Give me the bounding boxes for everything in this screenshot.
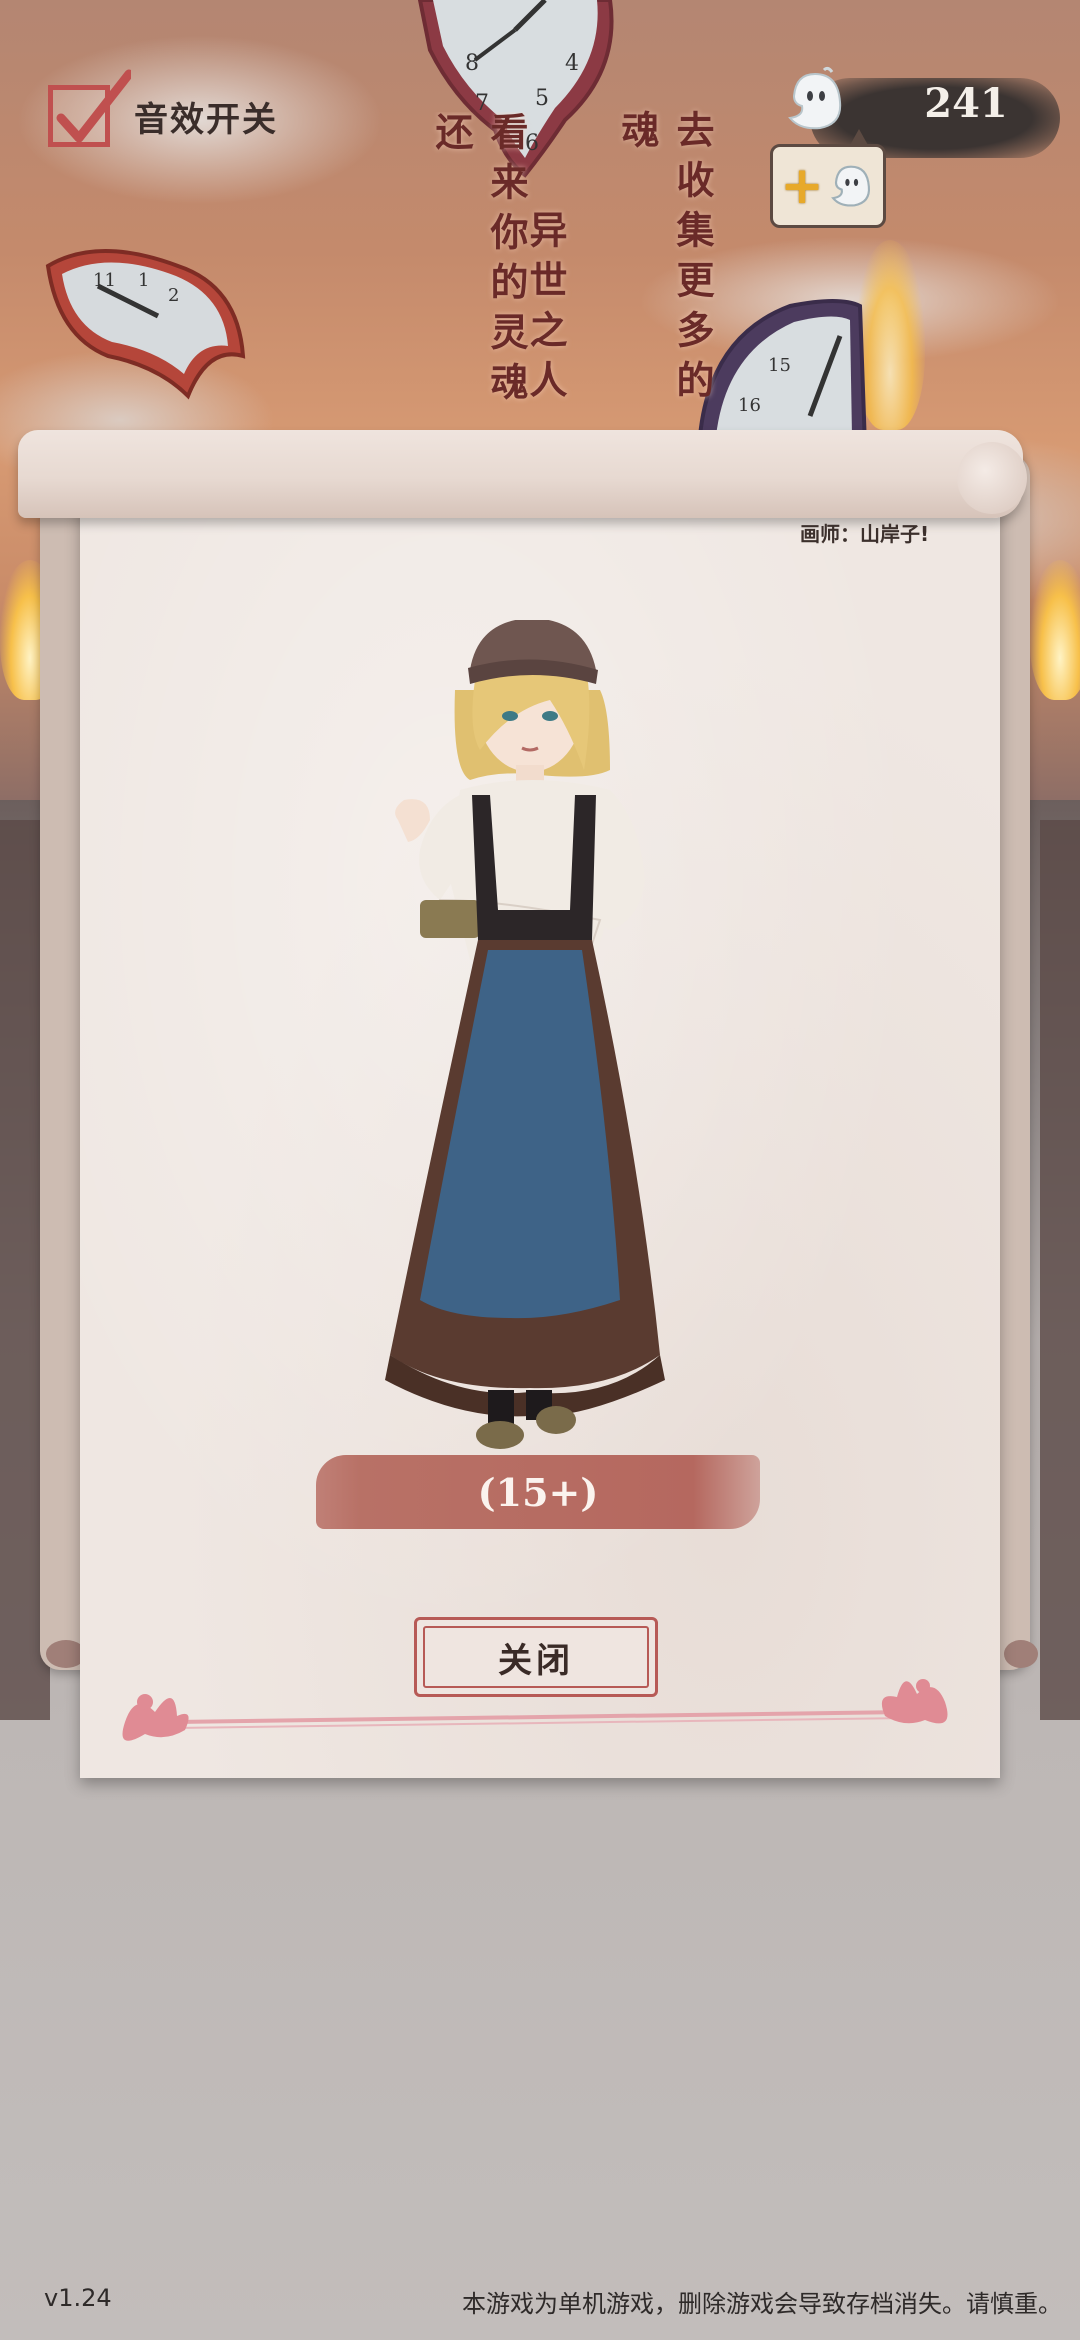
sound-toggle[interactable]: 音效开关 [48, 69, 278, 156]
scroll-top-roll [18, 430, 1027, 518]
scroll-curl-right [1004, 1640, 1038, 1668]
svg-text:1: 1 [138, 270, 149, 291]
age-rating-banner: (15+) [316, 1455, 760, 1529]
story-line-left: 看来你的灵魂还 [429, 112, 529, 412]
svg-text:16: 16 [738, 395, 761, 416]
svg-text:5: 5 [535, 86, 549, 111]
soul-ghost-icon [780, 66, 850, 140]
age-rating-label: (15+) [477, 1469, 599, 1515]
version-label: v1.24 [44, 2284, 112, 2312]
flame-right [1030, 560, 1080, 700]
flourish-ornament [105, 1672, 965, 1756]
save-warning-notice: 本游戏为单机游戏，删除游戏会导致存档消失。请慎重。 [462, 2290, 1062, 2318]
checkmark-icon [56, 69, 131, 143]
clock-icon: 11 1 2 [38, 246, 248, 406]
background-wall-right [1040, 820, 1080, 1720]
soul-ghost-icon [830, 165, 870, 207]
soul-count: 241 [924, 80, 1008, 127]
sound-toggle-label: 音效开关 [134, 99, 278, 140]
svg-text:11: 11 [93, 270, 116, 291]
soul-currency: 241 + [770, 58, 1070, 238]
svg-text:15: 15 [768, 355, 791, 376]
svg-text:4: 4 [565, 51, 579, 76]
svg-text:8: 8 [465, 51, 479, 76]
sound-checkbox[interactable] [48, 69, 131, 147]
story-line-right: 去收集更多的魂 [615, 110, 715, 410]
add-soul-button[interactable]: + [770, 129, 886, 228]
artist-credit: 画师：山岸子! [800, 522, 930, 546]
svg-text:2: 2 [168, 285, 179, 306]
character-illustration [360, 618, 720, 1464]
plus-icon: + [780, 156, 824, 216]
